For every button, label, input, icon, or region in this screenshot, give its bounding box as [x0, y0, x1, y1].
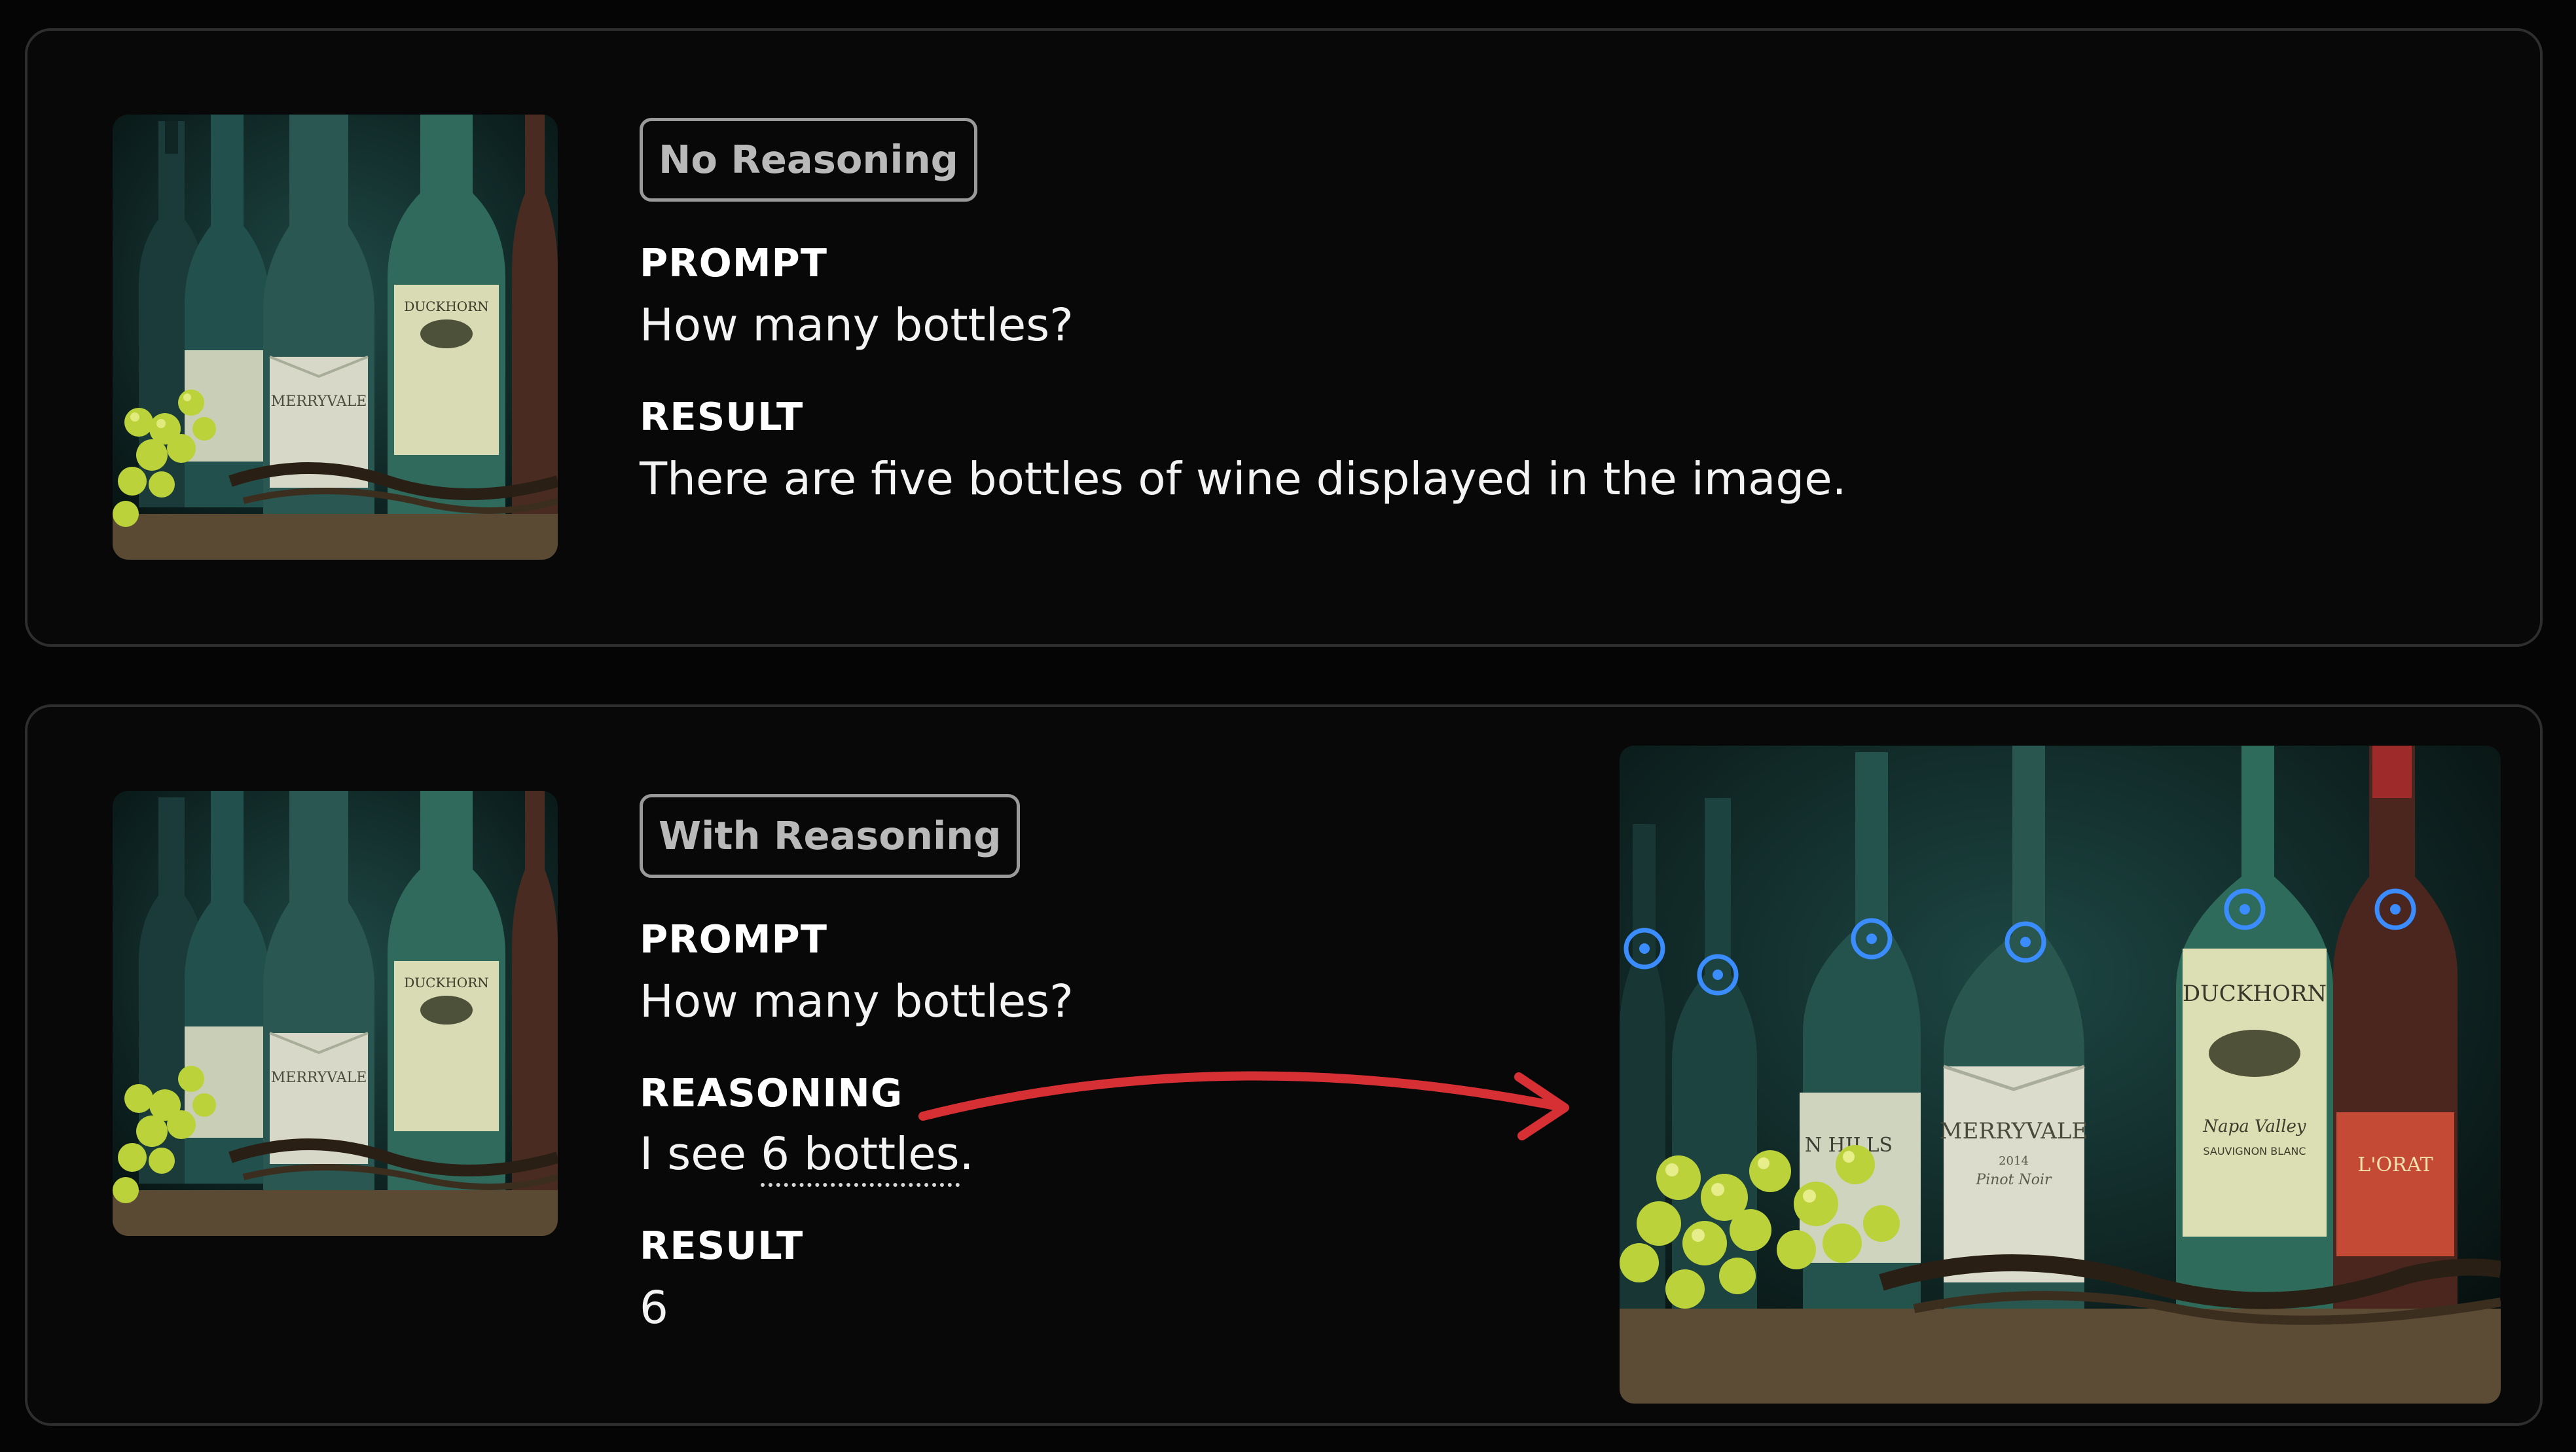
prompt-label: PROMPT	[640, 917, 828, 962]
svg-text:DUCKHORN: DUCKHORN	[404, 299, 489, 314]
arrow-connector	[918, 1071, 1569, 1140]
bottle-label-merryvale: MERRYVALE	[1940, 1118, 2088, 1144]
prompt-text: How many bottles?	[640, 299, 1074, 352]
reasoning-label: REASONING	[640, 1070, 903, 1116]
result-card-no-reasoning: MERRYVALE DUCKHORN No Reasoning PROMPT H…	[25, 28, 2543, 647]
bottle-label-sauvignon: SAUVIGNON BLANC	[2203, 1145, 2306, 1157]
result-label: RESULT	[640, 394, 804, 439]
reasoning-prefix: I see	[640, 1128, 761, 1180]
annotated-wine-image: N HILLS MERRYVALE 2014 Pinot Noir DUCKHO…	[1620, 746, 2501, 1404]
prompt-text: How many bottles?	[640, 975, 1074, 1028]
svg-text:2014: 2014	[1999, 1154, 2029, 1168]
wine-bottles-thumbnail: MERRYVALE DUCKHORN	[113, 791, 558, 1236]
bottle-label-pinot: Pinot Noir	[1975, 1172, 2052, 1188]
merryvale-label: MERRYVALE	[271, 393, 367, 410]
result-text: There are five bottles of wine displayed…	[640, 453, 1847, 505]
result-label: RESULT	[640, 1223, 804, 1268]
bottle-label-lorat: L'ORAT	[2357, 1153, 2433, 1176]
bottle-label-duckhorn: DUCKHORN	[2183, 981, 2327, 1007]
prompt-label: PROMPT	[640, 240, 828, 285]
wine-bottles-thumbnail: MERRYVALE DUCKHORN	[113, 115, 558, 560]
svg-text:DUCKHORN: DUCKHORN	[404, 975, 489, 990]
bottle-label-napa: Napa Valley	[2202, 1117, 2306, 1136]
svg-text:MERRYVALE: MERRYVALE	[271, 1070, 367, 1086]
mode-badge: No Reasoning	[640, 118, 977, 202]
mode-badge: With Reasoning	[640, 794, 1021, 878]
result-text: 6	[640, 1282, 668, 1334]
